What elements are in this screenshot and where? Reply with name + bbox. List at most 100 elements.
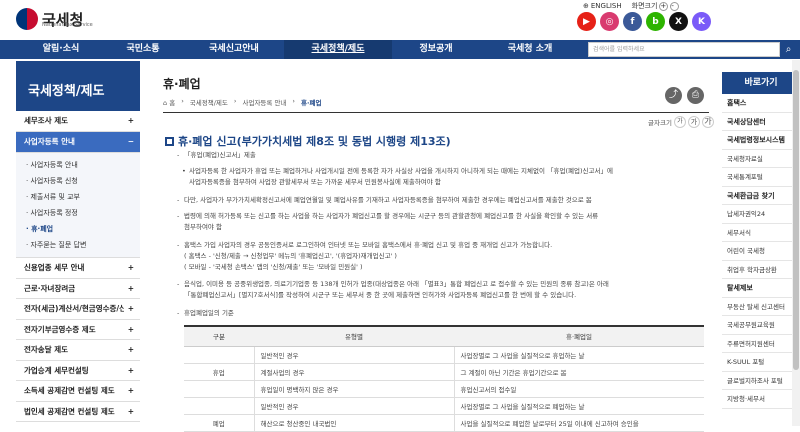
plus-icon: + [127, 283, 134, 293]
sidebar-subitem[interactable]: · 제출서류 및 교부 [16, 189, 140, 205]
table-cell: 사업장별로 그 사업을 실질적으로 휴업하는 날 [453, 346, 704, 364]
left-sidebar: 국세정책/제도 세무조사 제도 + 사업자등록 안내 − · 사업자등록 안내 · 사업자… [16, 61, 140, 422]
quick-link[interactable]: 지방청·세무서 [722, 390, 800, 409]
youtube-icon[interactable]: ▶ [577, 12, 596, 31]
sidebar-item[interactable]: 가업승계 세무컨설팅 + [16, 361, 140, 381]
quick-link[interactable]: 국세통계포털 [722, 168, 800, 187]
quick-link[interactable]: 세무서식 [722, 224, 800, 242]
sidebar-item[interactable]: 전자송달 제도 + [16, 340, 140, 361]
plus-icon: + [127, 304, 134, 313]
blog-icon[interactable]: b [646, 12, 665, 31]
sidebar-subitem[interactable]: · 사업자등록 신청 [16, 173, 140, 189]
sidebar-subitem[interactable]: · 사업자등록 안내 [16, 157, 140, 173]
sidebar-item-label: 전자송달 제도 [24, 345, 69, 354]
font-size-button[interactable]: 가 [701, 116, 714, 128]
table-row: 폐업 해산으로 청산중인 내국법인 사업을 실질적으로 폐업한 날로부터 25일 이… [184, 414, 704, 432]
sidebar-item[interactable]: 근로·자녀장려금 + [16, 279, 140, 299]
table-cell: 계절사업의 경우 [253, 363, 454, 381]
plus-icon: + [127, 263, 134, 272]
quick-link[interactable]: 글로벌지하조사 포털 [722, 372, 800, 390]
sidebar-subitem[interactable]: · 사업자등록 정정 [16, 205, 140, 221]
quick-link[interactable]: 국세법령정보시스템 [722, 131, 800, 150]
quick-link[interactable]: 탈세제보 [722, 279, 800, 298]
table-header: 구분 [184, 325, 254, 347]
nav-item[interactable]: 국민소통 [102, 40, 184, 59]
quick-link[interactable]: 납세자권익24 [722, 205, 800, 224]
share-icon[interactable]: ⤴ [665, 87, 682, 104]
sidebar-item[interactable]: 소득세 공제감면 컨설팅 제도 + [16, 381, 140, 402]
table-cell: 일반적인 경우 [253, 397, 454, 415]
logo-subtitle: National Tax Service [42, 22, 93, 28]
quick-link[interactable]: 주류면허지원센터 [722, 335, 800, 353]
nav-item[interactable]: 알림·소식 [20, 40, 102, 59]
kakao-icon[interactable]: K [692, 12, 711, 31]
english-link[interactable]: ⊕ ENGLISH [583, 1, 622, 11]
scrollbar[interactable] [792, 60, 800, 426]
quick-link[interactable]: K-SUUL 포털 [722, 353, 800, 372]
logo-emblem-icon [16, 8, 38, 30]
paragraph: 홈택스 가입 사업자의 경우 공동인증서로 로그인하여 인터넷 또는 모바일 홈… [177, 240, 704, 251]
sidebar-item[interactable]: 전자(세금)계산서/현금영수증/신용카드+ [16, 299, 140, 320]
breadcrumb-item[interactable]: 사업자등록 안내 [242, 97, 286, 107]
print-icon[interactable]: ⎙ [687, 87, 704, 104]
quick-link[interactable]: 홈택스 [722, 94, 800, 113]
scroll-thumb[interactable] [793, 70, 799, 370]
sidebar-item[interactable]: 전자기부금영수증 제도 + [16, 320, 140, 340]
quick-link[interactable]: 어린이 국세청 [722, 242, 800, 261]
search-input[interactable]: 검색어를 입력하세요 [588, 42, 780, 57]
square-bullet-icon [165, 136, 174, 146]
font-size-button[interactable]: 가 [687, 116, 700, 128]
top-links: ⊕ ENGLISH 화면크기 + - [583, 1, 680, 11]
breadcrumb-item[interactable]: 국세정책/제도 [190, 97, 228, 107]
search-icon[interactable]: ⌕ [781, 42, 796, 57]
nav-item[interactable]: 국세청 소개 [480, 40, 580, 59]
breadcrumb: ⌂ 홈 › 국세정책/제도 › 사업자등록 안내 › 휴·폐업 [163, 97, 321, 107]
paragraph: 사업자등록증을 첨부하여 사업장 관할세무서 또는 가까운 세무서 민원봉사실에… [189, 178, 441, 186]
table-cell: 휴업신고서의 접수일 [453, 380, 704, 398]
closure-date-table: 구분 유형별 휴·폐업일 일반적인 경우 사업장별로 그 사업을 실질적으로 휴업… [184, 325, 704, 432]
sidebar-item-label: 가업승계 세무컨설팅 [24, 365, 89, 375]
top-header: 국세청 National Tax Service ⊕ ENGLISH 화면크기 +… [0, 0, 800, 40]
quick-link[interactable]: 부동산 탈세 신고센터 [722, 298, 800, 316]
sidebar-item[interactable]: 사업자등록 안내 − [16, 132, 140, 153]
table-cell: 휴업 [184, 363, 254, 381]
quick-link[interactable]: 취업후 학자금상환 [722, 261, 800, 279]
sidebar-item[interactable]: 신용업종 세무 안내 + [16, 258, 140, 279]
page-title: 휴·폐업 [163, 77, 201, 91]
zoom-in-button[interactable]: + [659, 1, 669, 11]
plus-icon: + [127, 406, 134, 416]
quick-link[interactable]: 국세청자료실 [722, 150, 800, 168]
table-header: 유형별 [254, 325, 454, 347]
paragraph: 법령에 의해 허가등록 또는 신고를 하는 사업을 하는 사업자가 폐업신고를 … [177, 211, 704, 222]
quick-links-panel: 바로가기 홈택스 국세상담센터 국세법령정보시스템 국세청자료실 국세통계포털 국세환급금… [722, 72, 800, 409]
plus-icon: + [127, 345, 134, 354]
sidebar-item-label: 법인세 공제감면 컨설팅 제도 [24, 406, 115, 416]
table-row: 일반적인 경우 사업장별로 그 사업을 실질적으로 폐업하는 날 [184, 397, 704, 415]
sidebar-subitem[interactable]: · 자주묻는 질문 답변 [16, 237, 140, 253]
quick-links-title: 바로가기 [722, 72, 800, 94]
sidebar-subitem[interactable]: · 휴·폐업 [16, 221, 140, 237]
quick-link[interactable]: 국세공무원교육원 [722, 316, 800, 335]
chevron-right-icon: › [181, 97, 184, 105]
font-size-button[interactable]: 가 [673, 116, 686, 128]
quick-link[interactable]: 국세환급금 찾기 [722, 187, 800, 205]
chevron-right-icon: › [233, 97, 237, 105]
x-icon[interactable]: X [669, 12, 688, 31]
zoom-out-button[interactable]: - [670, 1, 680, 11]
table-cell: 폐업 [184, 414, 254, 432]
nav-item[interactable]: 국세정책/제도 [284, 40, 392, 59]
instagram-icon[interactable]: ◎ [600, 12, 619, 31]
facebook-icon[interactable]: f [623, 12, 642, 31]
table-cell: 해산으로 청산중인 내국법인 [253, 414, 454, 432]
breadcrumb-home[interactable]: ⌂ 홈 [163, 97, 175, 107]
sidebar-item[interactable]: 세무조사 제도 + [16, 111, 140, 132]
table-header: 휴·폐업일 [454, 325, 704, 347]
sidebar-item[interactable]: 법인세 공제감면 컨설팅 제도 + [16, 402, 140, 422]
nav-item[interactable]: 국세신고안내 [184, 40, 284, 59]
sns-links: ▶ ◎ f b X K [577, 12, 711, 31]
plus-icon: + [127, 324, 134, 334]
paragraph: ( 모바일 - '국세청 손택스' 앱의 '신청/제출' 또는 '모바일 민원실… [184, 263, 363, 271]
table-cell: 그 계절이 아닌 기간은 휴업기간으로 봄 [453, 363, 704, 381]
nav-item[interactable]: 정보공개 [392, 40, 480, 59]
quick-link[interactable]: 국세상담센터 [722, 113, 800, 131]
